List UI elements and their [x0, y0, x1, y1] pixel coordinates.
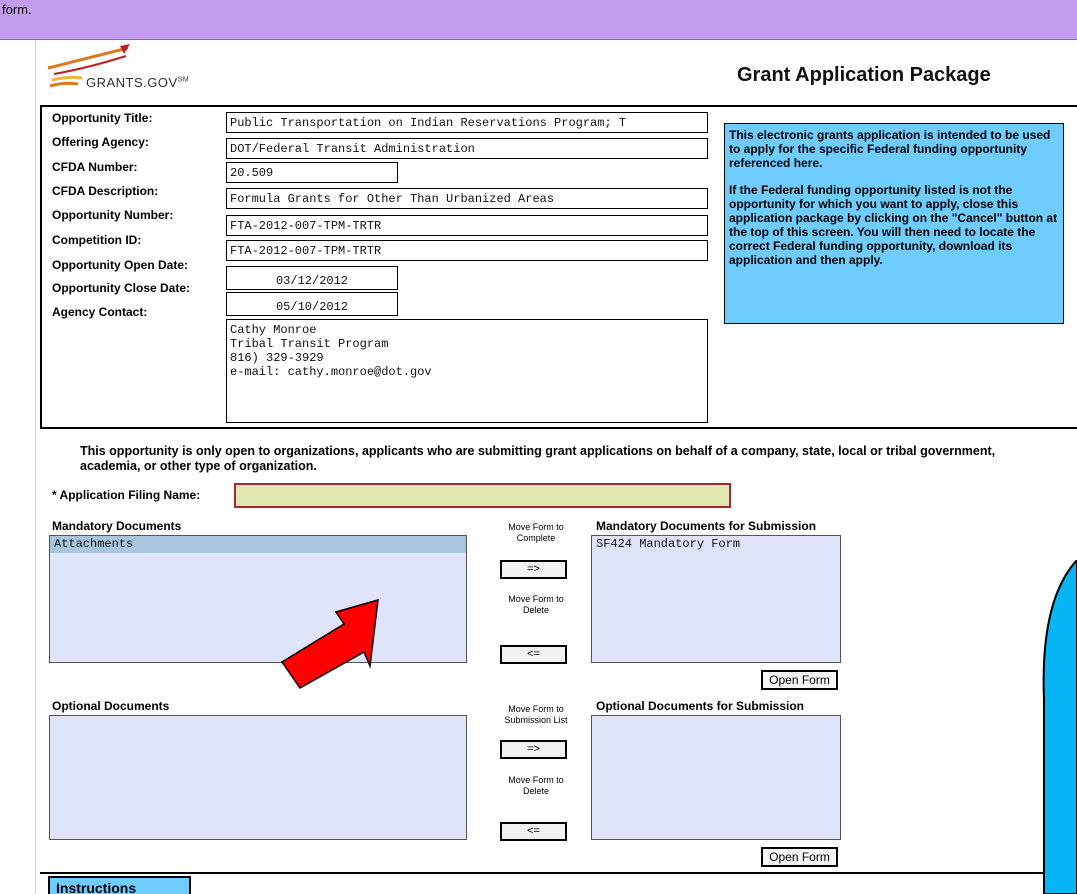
opportunity-title-label: Opportunity Title: — [52, 111, 153, 125]
optional-move-delete-label: Move Form to Delete — [508, 775, 564, 796]
instructions-divider — [40, 872, 1077, 874]
open-mandatory-form-button[interactable]: Open Form — [761, 670, 838, 690]
info-frame-left — [40, 105, 42, 427]
logo-text: GRANTS.GOVSM — [86, 75, 190, 90]
offering-agency-field: DOT/Federal Transit Administration — [226, 138, 708, 159]
open-optional-form-button[interactable]: Open Form — [761, 847, 838, 867]
move-to-delete-button[interactable]: <= — [500, 645, 567, 664]
callout-bubble-edge — [1042, 560, 1077, 894]
optional-move-to-delete-button[interactable]: <= — [500, 822, 567, 841]
optional-submission-title: Optional Documents for Submission — [596, 699, 805, 713]
opportunity-number-label: Opportunity Number: — [52, 208, 174, 222]
list-item[interactable]: SF424 Mandatory Form — [592, 536, 840, 553]
package-title: Grant Application Package — [737, 64, 991, 86]
move-to-submission-button[interactable]: => — [500, 740, 567, 759]
optional-documents-title: Optional Documents — [52, 699, 170, 713]
cfda-description-label: CFDA Description: — [52, 184, 159, 198]
mandatory-submission-list[interactable]: SF424 Mandatory Form — [591, 535, 841, 663]
eligibility-notice: This opportunity is only open to organiz… — [80, 444, 996, 473]
move-submission-label: Move Form to Submission List — [504, 704, 568, 725]
window-title-text: form. — [2, 2, 32, 17]
instructions-tab[interactable]: Instructions — [48, 876, 191, 894]
cfda-number-label: CFDA Number: — [52, 160, 138, 174]
info-notice-box: This electronic grants application is in… — [724, 123, 1064, 324]
info-paragraph-1: This electronic grants application is in… — [729, 128, 1051, 170]
window-title-bar: form. — [0, 0, 1077, 40]
filing-name-label: * Application Filing Name: — [52, 488, 201, 502]
open-date-field: 03/12/2012 — [226, 266, 398, 290]
mandatory-documents-title: Mandatory Documents — [52, 519, 182, 533]
close-date-label: Opportunity Close Date: — [52, 281, 191, 295]
competition-id-label: Competition ID: — [52, 233, 142, 247]
left-divider — [35, 40, 36, 894]
competition-id-field: FTA-2012-007-TPM-TRTR — [226, 240, 708, 261]
move-complete-label: Move Form to Complete — [508, 522, 564, 543]
cfda-number-field: 20.509 — [226, 162, 398, 183]
info-paragraph-2: If the Federal funding opportunity liste… — [729, 183, 1058, 267]
header-divider — [40, 105, 1077, 107]
move-to-complete-button[interactable]: => — [500, 560, 567, 579]
red-arrow-annotation-icon — [280, 598, 379, 689]
mandatory-documents-list[interactable]: Attachments — [49, 535, 467, 663]
move-delete-label: Move Form to Delete — [508, 594, 564, 615]
info-frame-bottom — [40, 427, 1077, 429]
agency-contact-field: Cathy Monroe Tribal Transit Program 816)… — [226, 319, 708, 423]
cfda-description-field: Formula Grants for Other Than Urbanized … — [226, 188, 708, 209]
opportunity-number-field: FTA-2012-007-TPM-TRTR — [226, 215, 708, 236]
mandatory-submission-title: Mandatory Documents for Submission — [596, 519, 817, 533]
open-date-label: Opportunity Open Date: — [52, 258, 188, 272]
optional-submission-list[interactable] — [591, 715, 841, 840]
agency-contact-label: Agency Contact: — [52, 305, 148, 319]
list-item[interactable]: Attachments — [50, 536, 466, 553]
optional-documents-list[interactable] — [49, 715, 467, 840]
filing-name-input[interactable] — [234, 483, 731, 508]
close-date-field: 05/10/2012 — [226, 292, 398, 316]
offering-agency-label: Offering Agency: — [52, 135, 149, 149]
opportunity-title-field: Public Transportation on Indian Reservat… — [226, 112, 708, 133]
